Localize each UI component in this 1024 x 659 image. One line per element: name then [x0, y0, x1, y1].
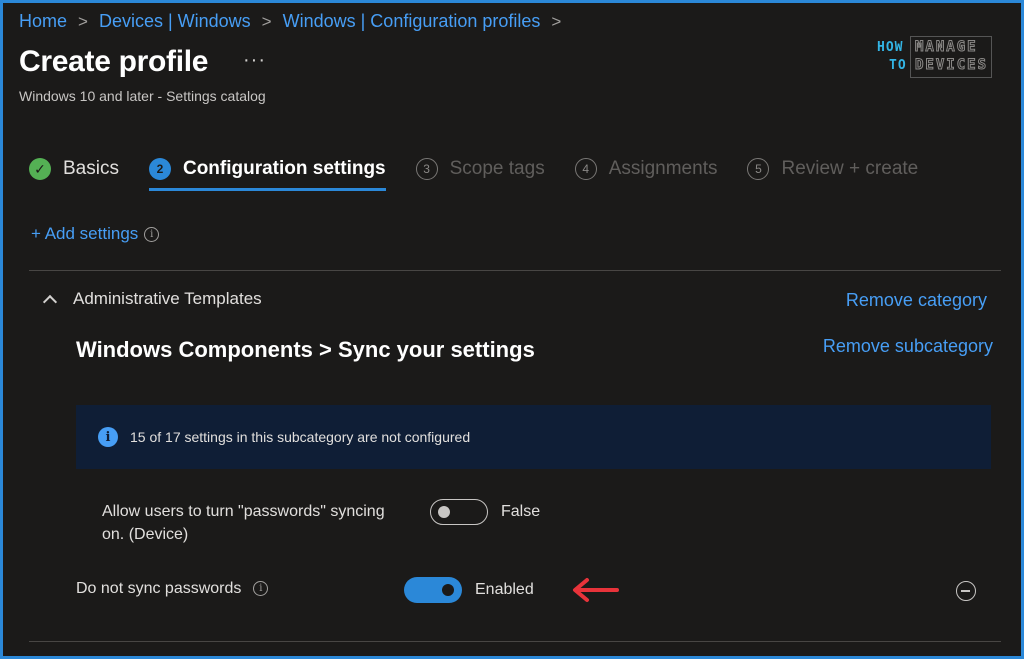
chevron-right-icon: >	[261, 11, 272, 31]
toggle-value: False	[501, 503, 541, 520]
breadcrumb-home[interactable]: Home	[19, 11, 67, 32]
chevron-right-icon: >	[551, 11, 562, 31]
add-settings-label: + Add settings	[31, 224, 139, 243]
info-icon[interactable]: i	[253, 581, 269, 596]
tab-label: Configuration settings	[182, 158, 386, 179]
breadcrumb-devices-windows[interactable]: Devices | Windows	[99, 11, 251, 32]
setting-allow-passwords-sync-label: Allow users to turn "passwords" syncing …	[102, 500, 385, 546]
tab-basics[interactable]: ✓ Basics	[29, 153, 119, 185]
tab-scope-tags[interactable]: 3 Scope tags	[415, 153, 545, 185]
logo-manage-text: MANAGE	[915, 39, 978, 56]
active-tab-underline	[148, 188, 386, 191]
tab-label: Assignments	[608, 158, 718, 179]
step-number-badge: 5	[747, 158, 770, 180]
info-banner: i 15 of 17 settings in this subcategory …	[76, 405, 991, 469]
allow-passwords-sync-toggle[interactable]	[430, 499, 488, 525]
info-icon[interactable]: i	[144, 226, 160, 242]
tab-review-create[interactable]: 5 Review + create	[747, 153, 918, 185]
logo-devices-text: DEVICES	[914, 57, 989, 74]
page-subtitle: Windows 10 and later - Settings catalog	[19, 88, 266, 104]
category-header[interactable]: Administrative Templates	[42, 289, 262, 310]
chevron-right-icon: >	[78, 11, 88, 31]
breadcrumb: Home > Devices | Windows > Windows | Con…	[19, 11, 572, 32]
remove-setting-icon[interactable]	[956, 581, 976, 601]
chevron-up-icon[interactable]	[42, 294, 58, 310]
breadcrumb-configuration-profiles[interactable]: Windows | Configuration profiles	[283, 11, 541, 32]
tab-label: Review + create	[781, 158, 919, 179]
info-filled-icon: i	[98, 427, 118, 447]
annotation-arrow-icon	[573, 578, 619, 602]
tab-configuration-settings[interactable]: 2 Configuration settings	[148, 153, 386, 191]
wizard-steps: ✓ Basics 2 Configuration settings 3 Scop…	[29, 153, 948, 193]
setting-do-not-sync-passwords-label: Do not sync passwords i	[76, 577, 269, 600]
app-frame: Home > Devices | Windows > Windows | Con…	[3, 3, 1021, 656]
remove-subcategory-link[interactable]: Remove subcategory	[823, 336, 993, 357]
step-number-badge: 3	[415, 158, 438, 180]
page-title: Create profile	[19, 45, 209, 78]
checkmark-icon: ✓	[29, 158, 51, 180]
add-settings-link[interactable]: + Add settings i	[31, 224, 160, 244]
tab-assignments[interactable]: 4 Assignments	[574, 153, 718, 185]
logo-how-text: HOW	[877, 40, 904, 55]
banner-text: 15 of 17 settings in this subcategory ar…	[130, 429, 471, 445]
logo-to-text: TO	[889, 58, 907, 73]
howtomanagedevices-logo: HOW TO MANAGE DEVICES	[875, 36, 995, 79]
do-not-sync-passwords-toggle[interactable]	[404, 577, 462, 603]
setting-label-text: Do not sync passwords	[76, 580, 242, 597]
toggle-knob	[442, 584, 454, 596]
toggle-value: Enabled	[475, 581, 534, 598]
section-divider	[29, 641, 1001, 642]
setting-label-line: on. (Device)	[102, 526, 189, 543]
tab-label: Basics	[63, 158, 119, 179]
subcategory-title: Windows Components > Sync your settings	[76, 337, 535, 362]
step-number-badge: 4	[574, 158, 597, 180]
more-options-icon[interactable]: ···	[243, 49, 266, 72]
toggle-knob	[438, 506, 450, 518]
tab-label: Scope tags	[449, 158, 545, 179]
setting-label-line: Allow users to turn "passwords" syncing	[102, 503, 385, 520]
step-number-badge: 2	[148, 158, 171, 180]
remove-category-link[interactable]: Remove category	[846, 290, 987, 311]
section-divider	[29, 270, 1001, 271]
category-label: Administrative Templates	[73, 289, 262, 308]
